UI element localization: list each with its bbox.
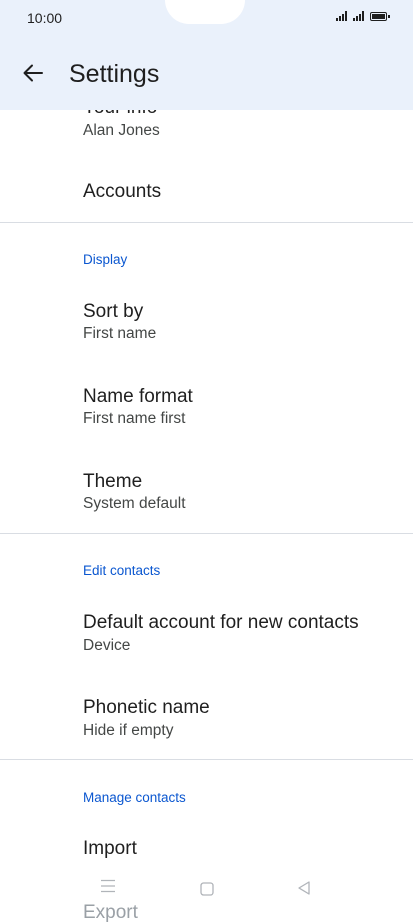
arrow-back-icon xyxy=(23,64,43,82)
system-nav-bar xyxy=(0,859,413,919)
default-account-item[interactable]: Default account for new contacts Device xyxy=(83,612,359,656)
import-item[interactable]: Import xyxy=(83,838,137,860)
home-square-icon xyxy=(200,882,214,896)
sort-by-title: Sort by xyxy=(83,301,144,322)
divider xyxy=(0,533,413,534)
menu-icon xyxy=(101,879,115,893)
page-title: Settings xyxy=(69,60,160,88)
phonetic-name-item[interactable]: Phonetic name Hide if empty xyxy=(83,697,210,741)
name-format-title: Name format xyxy=(83,386,193,407)
nav-home-button[interactable] xyxy=(200,882,214,901)
app-bar: Settings xyxy=(0,40,413,110)
section-edit-contacts-header: Edit contacts xyxy=(83,563,161,578)
theme-item[interactable]: Theme System default xyxy=(83,471,186,514)
status-time: 10:00 xyxy=(27,10,63,26)
camera-notch xyxy=(165,0,245,24)
theme-title: Theme xyxy=(83,471,143,492)
signal-icon xyxy=(353,11,364,21)
accounts-title: Accounts xyxy=(83,181,162,202)
back-triangle-icon xyxy=(298,881,310,895)
default-account-subtitle: Device xyxy=(83,637,131,654)
divider xyxy=(0,222,413,223)
battery-icon xyxy=(370,11,390,21)
settings-list: Your info Alan Jones Accounts Display So… xyxy=(0,0,413,923)
section-manage-contacts-header: Manage contacts xyxy=(83,790,186,805)
status-icons xyxy=(336,11,390,21)
nav-back-button[interactable] xyxy=(296,880,312,901)
back-button[interactable] xyxy=(18,58,48,88)
name-format-subtitle: First name first xyxy=(83,410,186,427)
import-title: Import xyxy=(83,838,137,859)
phonetic-name-subtitle: Hide if empty xyxy=(83,722,174,739)
phonetic-name-title: Phonetic name xyxy=(83,697,210,718)
section-display-header: Display xyxy=(83,252,128,267)
status-bar: 10:00 xyxy=(0,0,413,40)
nav-recents-button[interactable] xyxy=(100,879,116,898)
divider xyxy=(0,759,413,760)
your-info-subtitle: Alan Jones xyxy=(83,122,160,139)
theme-subtitle: System default xyxy=(83,495,186,512)
sort-by-item[interactable]: Sort by First name xyxy=(83,301,156,344)
signal-icon xyxy=(336,11,347,21)
default-account-title: Default account for new contacts xyxy=(83,612,359,633)
name-format-item[interactable]: Name format First name first xyxy=(83,386,193,429)
sort-by-subtitle: First name xyxy=(83,325,157,342)
accounts-item[interactable]: Accounts xyxy=(83,181,161,203)
